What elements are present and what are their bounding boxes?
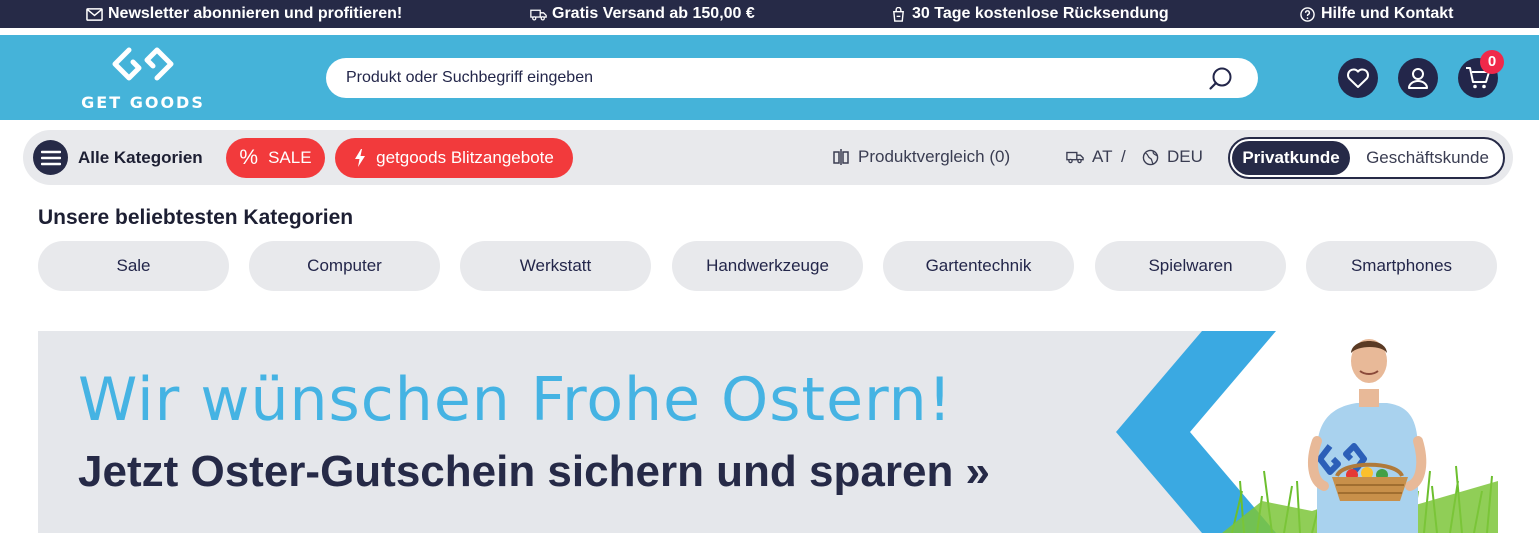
user-icon: [1408, 68, 1428, 89]
logo-text: GET GOODS: [81, 93, 205, 112]
category-pill-handwerkzeuge[interactable]: Handwerkzeuge: [672, 241, 863, 291]
search-input[interactable]: [346, 58, 1206, 98]
country-language-separator: /: [1121, 147, 1126, 166]
flash-deals-button[interactable]: getgoods Blitzangebote: [335, 138, 573, 178]
category-pill-smartphones[interactable]: Smartphones: [1306, 241, 1497, 291]
truck-icon: [1066, 151, 1084, 164]
lightning-icon: [355, 149, 366, 167]
country-label: AT: [1092, 147, 1113, 166]
all-categories-label: Alle Kategorien: [78, 147, 203, 167]
top-info-bar: Newsletter abonnieren und profitieren! G…: [0, 0, 1539, 28]
category-pill-sale[interactable]: Sale: [38, 241, 229, 291]
compare-icon: [833, 149, 849, 165]
category-pill-computer[interactable]: Computer: [249, 241, 440, 291]
flash-deals-label: getgoods Blitzangebote: [376, 148, 554, 167]
product-compare-link[interactable]: Produktvergleich (0): [832, 147, 1010, 167]
banner-cta-text[interactable]: Jetzt Oster-Gutschein sichern und sparen…: [78, 447, 990, 497]
help-link[interactable]: Hilfe und Kontakt: [1299, 5, 1453, 23]
globe-icon: [1142, 149, 1159, 165]
search-bar[interactable]: [326, 58, 1258, 98]
account-button[interactable]: [1398, 58, 1438, 98]
popular-categories-heading: Unsere beliebtesten Kategorien: [38, 206, 354, 229]
returns-info[interactable]: 30 Tage kostenlose Rücksendung: [890, 5, 1169, 23]
envelope-icon: [86, 7, 103, 21]
private-customer-option[interactable]: Privatkunde: [1232, 141, 1350, 175]
business-customer-option[interactable]: Geschäftskunde: [1354, 141, 1501, 175]
cart-count-badge: 0: [1480, 50, 1504, 74]
banner-mascot-image: [1116, 331, 1498, 533]
easter-promo-banner[interactable]: Wir wünschen Frohe Ostern! Jetzt Oster-G…: [38, 331, 1498, 533]
wishlist-button[interactable]: [1338, 58, 1378, 98]
logo-mark-icon: [112, 47, 174, 81]
banner-headline: Wir wünschen Frohe Ostern!: [78, 365, 953, 435]
returns-label: 30 Tage kostenlose Rücksendung: [912, 5, 1169, 22]
sale-label: SALE: [268, 148, 312, 167]
return-package-icon: [893, 6, 904, 22]
newsletter-link[interactable]: Newsletter abonnieren und profitieren!: [86, 5, 402, 23]
category-pill-werkstatt[interactable]: Werkstatt: [460, 241, 651, 291]
newsletter-label: Newsletter abonnieren und profitieren!: [108, 5, 403, 22]
help-label: Hilfe und Kontakt: [1321, 5, 1454, 22]
product-compare-label: Produktvergleich (0): [858, 147, 1011, 166]
shipping-info[interactable]: Gratis Versand ab 150,00 €: [530, 5, 755, 23]
customer-type-toggle: Privatkunde Geschäftskunde: [1228, 137, 1505, 179]
language-selector[interactable]: DEU: [1142, 147, 1203, 167]
truck-icon: [530, 9, 547, 20]
percent-icon: %: [239, 146, 259, 169]
all-categories-button[interactable]: Alle Kategorien: [33, 140, 203, 175]
heart-icon: [1347, 68, 1369, 88]
shipping-label: Gratis Versand ab 150,00 €: [552, 5, 755, 22]
getgoods-logo[interactable]: GET GOODS: [68, 45, 218, 112]
search-icon[interactable]: [1208, 66, 1234, 97]
language-label: DEU: [1167, 147, 1203, 166]
site-header: GET GOODS 0: [0, 35, 1539, 120]
category-pill-spielwaren[interactable]: Spielwaren: [1095, 241, 1286, 291]
hamburger-menu-icon: [33, 140, 68, 175]
help-icon: [1300, 6, 1315, 22]
category-nav-bar: Alle Kategorien % SALE getgoods Blitzang…: [23, 130, 1513, 185]
country-selector[interactable]: AT: [1066, 147, 1112, 167]
sale-button[interactable]: % SALE: [226, 138, 325, 178]
category-pill-gartentechnik[interactable]: Gartentechnik: [883, 241, 1074, 291]
